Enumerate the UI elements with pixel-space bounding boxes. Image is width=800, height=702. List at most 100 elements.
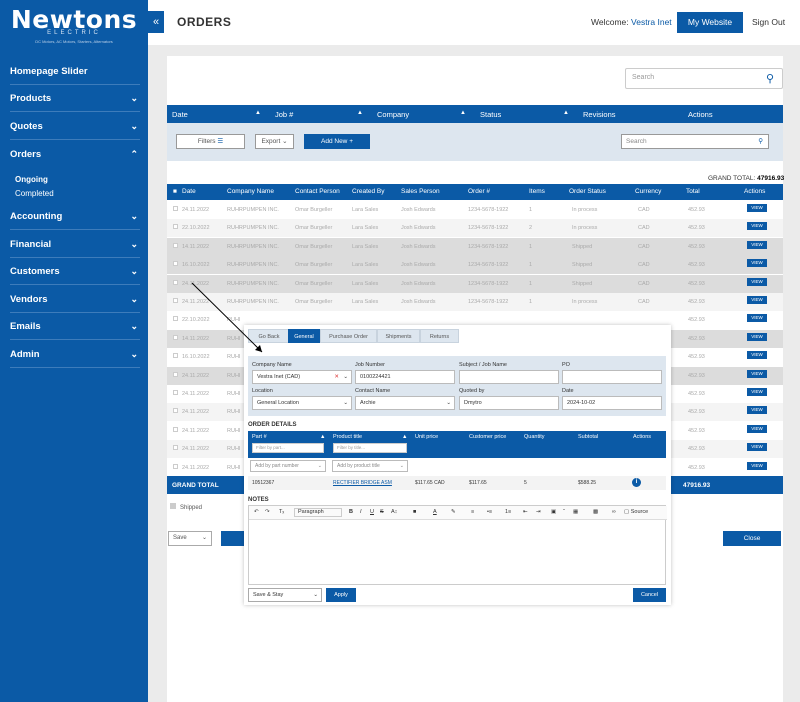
row-checkbox[interactable] (173, 353, 178, 359)
filters-button[interactable]: Filters ☰ (176, 134, 245, 149)
sort-icon[interactable]: ▲ (402, 434, 407, 440)
font-color-icon[interactable]: A (433, 509, 437, 515)
sidebar-item-accounting[interactable]: Accounting ⌄ (10, 203, 140, 230)
table-row[interactable]: 24.11.2022 RUHRPUMPEN INC. Omar Burgeller L… (167, 274, 783, 293)
text-color-icon[interactable]: ■ (413, 509, 416, 515)
modal-cancel-button[interactable]: Cancel (633, 588, 666, 602)
filter-title-input[interactable]: Filter by title... (333, 443, 407, 453)
row-checkbox[interactable] (173, 316, 178, 322)
view-button[interactable]: VIEW (747, 240, 767, 249)
row-checkbox[interactable] (173, 334, 178, 340)
sign-out-link[interactable]: Sign Out (752, 17, 785, 27)
date-input[interactable]: 2024-10-02 (562, 396, 662, 410)
source-button[interactable]: ▢ Source (624, 509, 648, 515)
view-button[interactable]: VIEW (747, 369, 767, 378)
sort-icon[interactable]: ▲ (255, 110, 261, 116)
table-search-input[interactable]: Search ⚲ (621, 134, 769, 149)
bullet-list-icon[interactable]: •≡ (487, 509, 492, 515)
sort-icon[interactable]: ▲ (563, 110, 569, 116)
row-checkbox[interactable] (173, 242, 178, 248)
filter-part-input[interactable]: Filter by part... (252, 443, 324, 453)
strikethrough-icon[interactable]: S (380, 509, 384, 515)
view-button[interactable]: VIEW (747, 222, 767, 231)
tab-general[interactable]: General (288, 329, 320, 343)
export-dropdown[interactable]: Export ⌄ (255, 134, 294, 149)
table-row[interactable]: 22.10.2022 RUHRPUMPEN INC. Omar Burgeller L… (167, 219, 783, 238)
row-checkbox[interactable] (173, 390, 178, 395)
sort-company[interactable]: Company (377, 110, 409, 119)
font-size-icon[interactable]: A↕ (391, 509, 397, 515)
outdent-icon[interactable]: ⇤ (523, 509, 528, 515)
row-checkbox[interactable] (173, 298, 178, 303)
po-input[interactable] (562, 370, 662, 384)
logo[interactable]: Newtons ELECTRIC DC Motors, AC Motors, S… (0, 0, 148, 50)
search-icon[interactable]: ⚲ (758, 135, 763, 148)
sort-revisions[interactable]: Revisions (583, 110, 616, 119)
add-by-part-select[interactable]: Add by part number ⌄ (250, 460, 326, 472)
sidebar-subitem-ongoing[interactable]: Ongoing (15, 175, 48, 184)
sidebar-item-admin[interactable]: Admin ⌄ (10, 341, 140, 368)
tab-go-back[interactable]: Go Back (248, 329, 290, 343)
italic-icon[interactable]: I (360, 509, 362, 515)
row-checkbox[interactable] (173, 279, 178, 285)
my-website-button[interactable]: My Website (677, 12, 743, 33)
sidebar-item-emails[interactable]: Emails ⌄ (10, 313, 140, 340)
indent-icon[interactable]: ⇥ (536, 509, 541, 515)
undo-icon[interactable]: ↶ (254, 509, 259, 515)
select-all-checkbox[interactable]: ■ (173, 188, 177, 195)
quoted-by-input[interactable]: Dmytro (459, 396, 559, 410)
view-button[interactable]: VIEW (747, 388, 767, 396)
row-checkbox[interactable] (173, 206, 178, 211)
close-button[interactable]: Close (723, 531, 781, 546)
search-input[interactable]: Search ⚲ (625, 68, 783, 89)
notes-editor[interactable]: ↶ ↷ Tₓ Paragraph B I U S A↕ ■ A ✎ ≡ •≡ 1… (248, 505, 667, 585)
table-row[interactable]: 24.11.2022 RUHRPUMPEN INC. Omar Burgeller L… (167, 201, 783, 219)
info-icon[interactable]: i (632, 478, 641, 487)
sidebar-item-orders[interactable]: Orders ⌃ (10, 141, 140, 168)
job-number-input[interactable]: 0100224421 (355, 370, 455, 384)
image-icon[interactable]: ▣ (551, 509, 556, 515)
view-button[interactable]: VIEW (747, 296, 767, 304)
tab-returns[interactable]: Returns (420, 329, 459, 343)
row-checkbox[interactable] (173, 445, 178, 451)
paragraph-select[interactable]: Paragraph (294, 508, 342, 517)
location-select[interactable]: General Location ⌄ (252, 396, 352, 410)
tab-purchase-order[interactable]: Purchase Order (320, 329, 377, 343)
numbered-list-icon[interactable]: 1≡ (505, 509, 511, 515)
view-button[interactable]: VIEW (747, 461, 767, 470)
sort-icon[interactable]: ▲ (320, 434, 325, 440)
sort-icon[interactable]: ▲ (460, 110, 466, 116)
sidebar-item-quotes[interactable]: Quotes ⌄ (10, 113, 140, 140)
table-icon[interactable]: ▦ (573, 509, 578, 515)
table-row[interactable]: 24.11.2022 RUHRPUMPEN INC. Omar Burgeller L… (167, 293, 783, 311)
sidebar-subitem-completed[interactable]: Completed (15, 189, 54, 198)
view-button[interactable]: VIEW (747, 443, 767, 452)
row-checkbox[interactable] (173, 224, 178, 230)
collapse-sidebar-icon[interactable]: « (148, 11, 164, 33)
subject-input[interactable] (459, 370, 559, 384)
media-icon[interactable]: ▩ (593, 509, 598, 515)
link-icon[interactable]: ∞ (612, 509, 616, 515)
sidebar-item-products[interactable]: Products ⌄ (10, 85, 140, 112)
view-button[interactable]: VIEW (747, 332, 767, 341)
sort-icon[interactable]: ▲ (357, 110, 363, 116)
contact-select[interactable]: Archie ⌄ (355, 396, 455, 410)
clear-icon[interactable]: ✕ (334, 371, 339, 383)
save-select[interactable]: Save ⌄ (168, 531, 212, 546)
view-button[interactable]: VIEW (747, 424, 767, 433)
search-icon[interactable]: ⚲ (766, 72, 774, 85)
view-button[interactable]: VIEW (747, 314, 767, 323)
company-select[interactable]: Vestra Inet (CAD) ✕ ⌄ (252, 370, 352, 384)
row-checkbox[interactable] (173, 261, 178, 267)
bold-icon[interactable]: B (349, 509, 353, 515)
tab-shipments[interactable]: Shipments (377, 329, 420, 343)
sort-status[interactable]: Status (480, 110, 501, 119)
modal-apply-button[interactable]: Apply (326, 588, 356, 602)
row-checkbox[interactable] (173, 371, 178, 377)
highlight-icon[interactable]: ✎ (451, 509, 456, 515)
view-button[interactable]: VIEW (747, 259, 767, 268)
row-checkbox[interactable] (173, 463, 178, 469)
align-icon[interactable]: ≡ (471, 509, 474, 515)
view-button[interactable]: VIEW (747, 406, 767, 415)
detail-title-link[interactable]: RECTIFIER BRIDGE ASM (333, 480, 392, 486)
